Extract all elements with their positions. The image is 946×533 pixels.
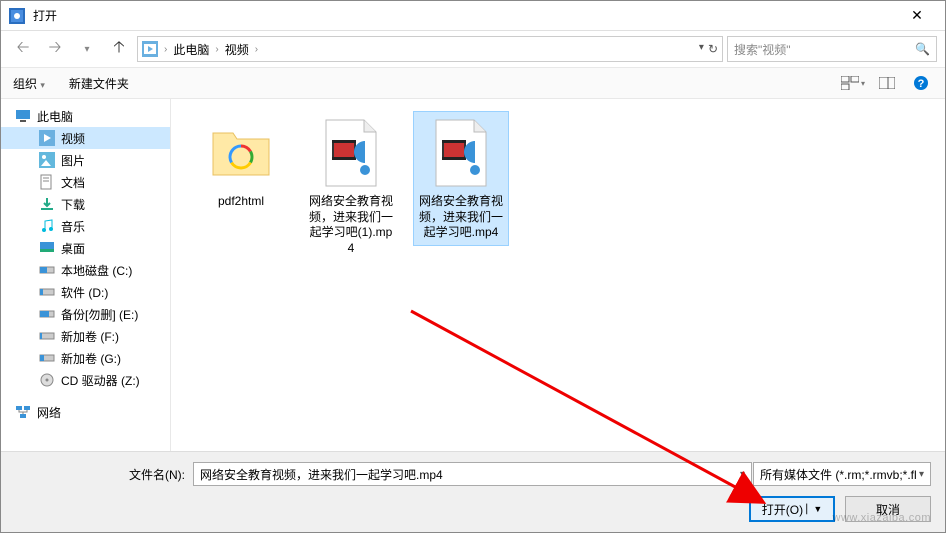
tree-documents[interactable]: 文档 [1, 171, 170, 193]
file-item-video[interactable]: 网络安全教育视频，进来我们一起学习吧(1).mp4 [303, 111, 399, 261]
tree-drive-g[interactable]: 新加卷 (G:) [1, 347, 170, 369]
refresh-icon[interactable]: ↻ [708, 42, 718, 56]
search-placeholder: 搜索"视频" [734, 41, 791, 58]
search-input[interactable]: 搜索"视频" 🔍 [727, 36, 937, 62]
pictures-folder-icon [39, 152, 55, 168]
drive-icon [39, 284, 55, 300]
search-icon[interactable]: 🔍 [915, 42, 930, 56]
drive-icon [39, 328, 55, 344]
tree-network[interactable]: 网络 [1, 401, 170, 423]
cd-drive-icon [39, 372, 55, 388]
tree-this-pc[interactable]: 此电脑 [1, 105, 170, 127]
desktop-folder-icon [39, 240, 55, 256]
computer-icon [15, 108, 31, 124]
file-item-folder[interactable]: pdf2html [193, 111, 289, 215]
file-item-video-selected[interactable]: 网络安全教育视频，进来我们一起学习吧.mp4 [413, 111, 509, 246]
recent-dropdown[interactable]: ▾ [73, 37, 101, 61]
tree-music[interactable]: 音乐 [1, 215, 170, 237]
file-label: pdf2html [218, 194, 264, 210]
chevron-down-icon: ▾ [919, 469, 924, 480]
tree-drive-e[interactable]: 备份[勿删] (E:) [1, 303, 170, 325]
video-library-icon [142, 41, 158, 57]
video-file-icon [324, 118, 378, 188]
svg-text:?: ? [918, 78, 925, 90]
file-type-filter[interactable]: 所有媒体文件 (*.rm;*.rmvb;*.fl ▾ [753, 462, 931, 486]
filename-label: 文件名(N): [15, 466, 185, 483]
tree-videos[interactable]: 视频 [1, 127, 170, 149]
breadcrumb-root[interactable]: 此电脑 [173, 41, 209, 58]
organize-menu[interactable]: 组织 ▾ [13, 75, 45, 92]
tree-pictures[interactable]: 图片 [1, 149, 170, 171]
help-button[interactable]: ? [909, 73, 933, 93]
breadcrumb-current[interactable]: 视频 [225, 41, 249, 58]
drive-icon [39, 306, 55, 322]
file-list[interactable]: pdf2html 网络安全教育视频，进来我们一起学习吧(1).mp4 网络安全教… [171, 99, 945, 459]
back-button[interactable]: 🡠 [9, 37, 37, 61]
tree-drive-c[interactable]: 本地磁盘 (C:) [1, 259, 170, 281]
file-label: 网络安全教育视频，进来我们一起学习吧(1).mp4 [308, 194, 394, 256]
tree-desktop[interactable]: 桌面 [1, 237, 170, 259]
folder-icon [211, 125, 271, 181]
video-file-icon [434, 118, 488, 188]
drive-icon [39, 350, 55, 366]
new-folder-button[interactable]: 新建文件夹 [69, 75, 129, 92]
filename-dropdown-icon[interactable]: ▾ [740, 469, 745, 480]
chevron-right-icon: › [164, 44, 167, 55]
network-icon [15, 404, 31, 420]
window-title: 打开 [33, 7, 897, 24]
downloads-folder-icon [39, 196, 55, 212]
close-button[interactable]: ✕ [897, 2, 937, 30]
preview-pane-button[interactable] [875, 73, 899, 93]
tree-drive-d[interactable]: 软件 (D:) [1, 281, 170, 303]
address-dropdown-icon[interactable]: ▾ [699, 42, 704, 56]
video-folder-icon [39, 130, 55, 146]
chevron-right-icon: › [215, 44, 218, 55]
music-folder-icon [39, 218, 55, 234]
tree-drive-z[interactable]: CD 驱动器 (Z:) [1, 369, 170, 391]
navigation-tree: 此电脑 视频 图片 文档 下载 音乐 桌面 本地磁盘 (C:) [1, 99, 171, 459]
file-label: 网络安全教育视频，进来我们一起学习吧.mp4 [418, 194, 504, 241]
view-options-button[interactable]: ▾ [841, 73, 865, 93]
cancel-button[interactable]: 取消 [845, 496, 931, 522]
tree-downloads[interactable]: 下载 [1, 193, 170, 215]
filename-input[interactable] [193, 462, 752, 486]
documents-folder-icon [39, 174, 55, 190]
open-button[interactable]: 打开(O) ▏▼ [749, 496, 835, 522]
chevron-right-icon: › [255, 44, 258, 55]
forward-button: 🡢 [41, 37, 69, 61]
address-bar[interactable]: › 此电脑 › 视频 › ▾ ↻ [137, 36, 723, 62]
app-icon [9, 8, 25, 24]
drive-icon [39, 262, 55, 278]
up-button[interactable]: 🡡 [105, 37, 133, 61]
tree-drive-f[interactable]: 新加卷 (F:) [1, 325, 170, 347]
